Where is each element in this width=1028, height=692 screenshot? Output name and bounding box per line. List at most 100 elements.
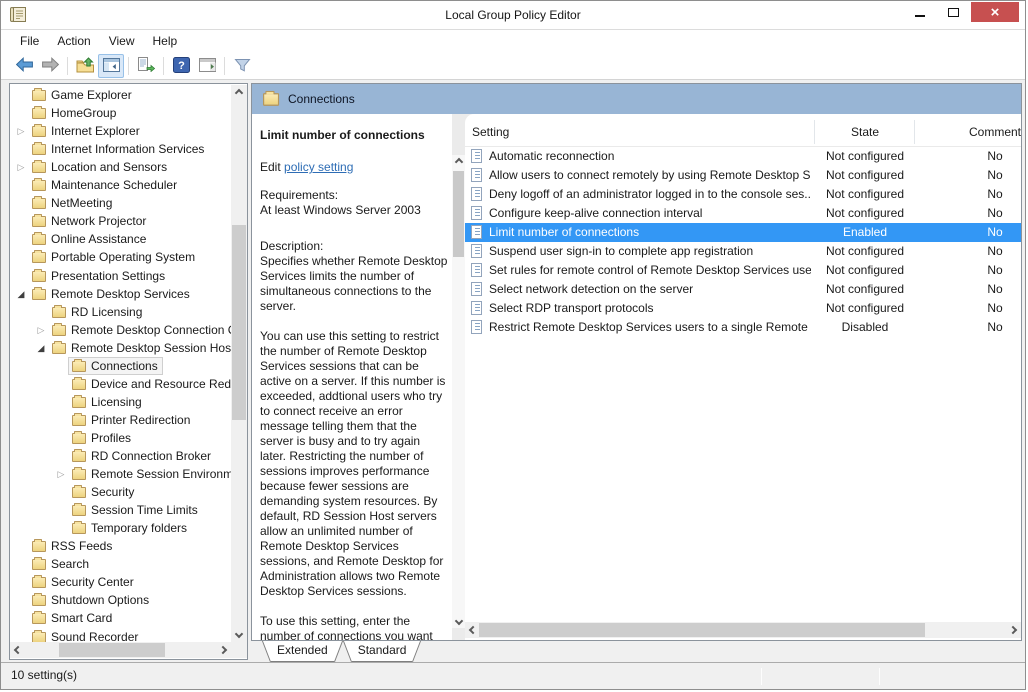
column-divider[interactable] (814, 120, 815, 144)
tree-item[interactable]: Presentation Settings (10, 267, 231, 285)
table-row[interactable]: Configure keep-alive connection interval… (465, 204, 1021, 223)
tree-item-core[interactable]: Internet Explorer (28, 122, 145, 140)
menu-action[interactable]: Action (48, 30, 99, 53)
table-row[interactable]: Select RDP transport protocolsNot config… (465, 299, 1021, 318)
tree-item[interactable]: Printer Redirection (10, 411, 231, 429)
tree-item[interactable]: ◢Remote Desktop Session Host (10, 339, 231, 357)
tree-item-core[interactable]: Security (68, 483, 139, 501)
back-button[interactable] (11, 54, 37, 78)
tree-item[interactable]: Security Center (10, 573, 231, 591)
tree-item-core[interactable]: Remote Desktop Services (28, 285, 195, 303)
tree-item[interactable]: NetMeeting (10, 194, 231, 212)
tree-item-core[interactable]: Internet Information Services (28, 140, 209, 158)
scroll-thumb[interactable] (59, 643, 165, 657)
tree-item-core[interactable]: RD Licensing (48, 303, 147, 321)
tree-item-core[interactable]: Licensing (68, 393, 147, 411)
tree-item-core[interactable]: Online Assistance (28, 230, 151, 248)
tree-item[interactable]: RSS Feeds (10, 537, 231, 555)
tree-item-core[interactable]: Shutdown Options (28, 591, 154, 609)
tree-item-core[interactable]: Session Time Limits (68, 501, 203, 519)
tree-item-core[interactable]: Printer Redirection (68, 411, 195, 429)
forward-button[interactable] (37, 54, 63, 78)
list-horizontal-scrollbar[interactable] (465, 622, 1021, 638)
tree-item[interactable]: ▷Remote Desktop Connection C (10, 321, 231, 339)
expand-arrow-icon[interactable]: ▷ (14, 162, 28, 173)
tree-item-core[interactable]: Game Explorer (28, 86, 137, 104)
menu-file[interactable]: File (11, 30, 48, 53)
table-row[interactable]: Suspend user sign-in to complete app reg… (465, 242, 1021, 261)
maximize-button[interactable] (935, 2, 971, 22)
scroll-down-icon[interactable] (231, 626, 247, 642)
table-row[interactable]: Automatic reconnectionNot configuredNo (465, 147, 1021, 166)
tree-item-core[interactable]: Remote Desktop Connection C (48, 321, 231, 339)
scroll-right-icon[interactable] (1005, 622, 1021, 638)
tree-item-core[interactable]: Connections (68, 357, 163, 375)
tree-item[interactable]: Network Projector (10, 212, 231, 230)
tree-item[interactable]: Device and Resource Redire (10, 375, 231, 393)
tree-item-core[interactable]: Smart Card (28, 609, 117, 627)
expand-arrow-icon[interactable]: ▷ (34, 325, 48, 336)
tree-item-core[interactable]: Portable Operating System (28, 248, 200, 266)
tree-item-core[interactable]: Remote Desktop Session Host (48, 339, 231, 357)
description-scrollbar[interactable] (452, 155, 465, 628)
scroll-right-icon[interactable] (215, 642, 231, 658)
tree-item-core[interactable]: RSS Feeds (28, 537, 117, 555)
tree-item-core[interactable]: Profiles (68, 429, 136, 447)
table-row[interactable]: Select network detection on the serverNo… (465, 280, 1021, 299)
tree-item[interactable]: Game Explorer (10, 86, 231, 104)
tree-item-core[interactable]: Security Center (28, 573, 139, 591)
policy-setting-link[interactable]: policy setting (284, 160, 353, 174)
tree-item[interactable]: Sound Recorder (10, 628, 231, 642)
tree-item[interactable]: Connections (10, 357, 231, 375)
expand-arrow-icon[interactable]: ▷ (54, 469, 68, 480)
tree-item[interactable]: Maintenance Scheduler (10, 176, 231, 194)
scroll-thumb[interactable] (479, 623, 925, 637)
tree-item[interactable]: Temporary folders (10, 519, 231, 537)
table-row[interactable]: Restrict Remote Desktop Services users t… (465, 318, 1021, 337)
column-header-comment[interactable]: Comment (915, 125, 1021, 139)
tree-item[interactable]: ▷Remote Session Environme (10, 465, 231, 483)
tree-item-core[interactable]: Network Projector (28, 212, 151, 230)
tree-item-core[interactable]: Maintenance Scheduler (28, 176, 182, 194)
tree-item[interactable]: Licensing (10, 393, 231, 411)
tree-item-core[interactable]: RD Connection Broker (68, 447, 216, 465)
column-divider[interactable] (914, 120, 915, 144)
column-header-state[interactable]: State (815, 125, 915, 139)
tree-item[interactable]: Online Assistance (10, 230, 231, 248)
up-one-level-button[interactable] (72, 54, 98, 78)
tree-item[interactable]: Internet Information Services (10, 140, 231, 158)
filter-button[interactable] (229, 54, 255, 78)
tree-item[interactable]: Search (10, 555, 231, 573)
tree-item-core[interactable]: NetMeeting (28, 194, 117, 212)
tab-extended[interactable]: Extended (263, 641, 342, 662)
tree-item-core[interactable]: Device and Resource Redire (68, 375, 231, 393)
scroll-down-icon[interactable] (452, 614, 465, 628)
show-console-tree-button[interactable] (98, 54, 124, 78)
tree-item-core[interactable]: Location and Sensors (28, 158, 172, 176)
scroll-thumb[interactable] (453, 171, 464, 257)
tree-item[interactable]: Profiles (10, 429, 231, 447)
table-row[interactable]: Limit number of connectionsEnabledNo (465, 223, 1021, 242)
table-row[interactable]: Set rules for remote control of Remote D… (465, 261, 1021, 280)
column-header-setting[interactable]: Setting (472, 125, 509, 139)
scroll-up-icon[interactable] (452, 155, 465, 169)
menu-view[interactable]: View (100, 30, 144, 53)
close-button[interactable]: × (971, 2, 1019, 22)
tree-item[interactable]: RD Licensing (10, 303, 231, 321)
tree-item[interactable]: Session Time Limits (10, 501, 231, 519)
tree-item[interactable]: Portable Operating System (10, 248, 231, 266)
tree-horizontal-scrollbar[interactable] (10, 642, 231, 658)
tree-item[interactable]: Smart Card (10, 609, 231, 627)
collapse-arrow-icon[interactable]: ◢ (14, 289, 28, 300)
tree-item-core[interactable]: Sound Recorder (28, 628, 143, 642)
tree-item[interactable]: RD Connection Broker (10, 447, 231, 465)
scroll-thumb[interactable] (232, 225, 246, 420)
expand-arrow-icon[interactable]: ▷ (14, 126, 28, 137)
tree-item[interactable]: Security (10, 483, 231, 501)
scroll-left-icon[interactable] (10, 642, 26, 658)
tree-item[interactable]: ▷Internet Explorer (10, 122, 231, 140)
table-row[interactable]: Allow users to connect remotely by using… (465, 166, 1021, 185)
tree-item[interactable]: Shutdown Options (10, 591, 231, 609)
table-row[interactable]: Deny logoff of an administrator logged i… (465, 185, 1021, 204)
export-list-button[interactable] (133, 54, 159, 78)
